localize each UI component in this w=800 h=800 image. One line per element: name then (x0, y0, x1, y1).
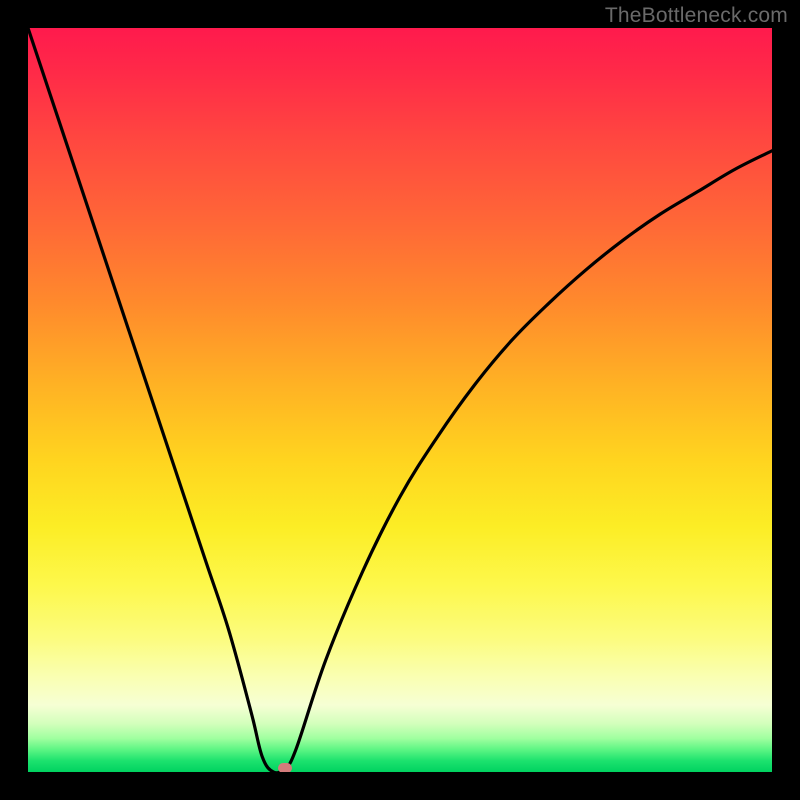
watermark-text: TheBottleneck.com (605, 4, 788, 28)
plot-area (28, 28, 772, 772)
chart-container: TheBottleneck.com (0, 0, 800, 800)
bottleneck-curve (28, 28, 772, 772)
optimal-point-marker (278, 763, 292, 772)
